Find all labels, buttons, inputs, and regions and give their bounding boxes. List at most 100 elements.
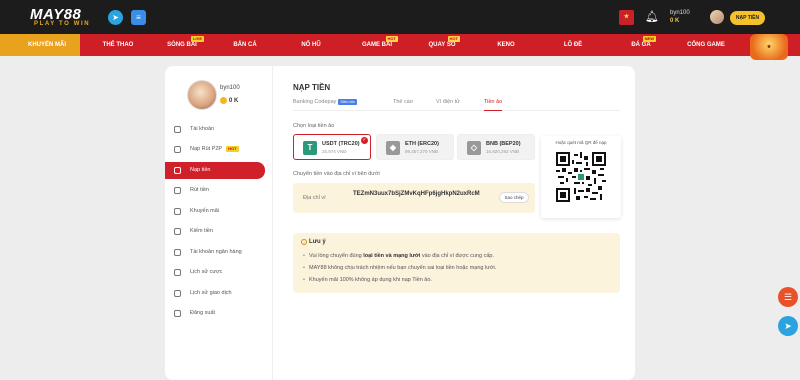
nav-item-label: LÔ ĐỀ xyxy=(563,42,583,48)
deposit-icon xyxy=(174,167,181,174)
nav-item-label: BẮN CÁ xyxy=(233,42,257,48)
tab-e-wallet[interactable]: Ví điện tử xyxy=(436,99,460,111)
token-rate: 99,357,270 VNĐ xyxy=(405,149,439,154)
fast-badge: Siêu tốc xyxy=(338,99,357,105)
note-emphasis: loại tiền và mạng lưới xyxy=(363,253,421,259)
logout-icon xyxy=(174,310,181,317)
telegram-float-button[interactable]: ➤ xyxy=(778,316,798,336)
event-banner-icon[interactable]: ★ xyxy=(750,34,788,60)
hot-badge: HOT xyxy=(447,36,460,42)
sidebar-item-deposit[interactable]: Nạp tiền xyxy=(165,162,265,179)
tab-scratch-card[interactable]: Thẻ cào xyxy=(393,99,413,111)
chat-icon[interactable]: ≡ xyxy=(131,10,146,25)
nav-item-lode[interactable]: LÔ ĐỀ xyxy=(560,34,586,56)
nav-item-label: GAME BÀI xyxy=(362,42,392,48)
tab-label: Thẻ cào xyxy=(393,99,413,105)
nav-item-cockfight[interactable]: ĐÁ GÀ NEW xyxy=(626,34,656,56)
sidebar-item-withdraw[interactable]: Rút tiền xyxy=(165,182,265,199)
token-usdt-trc20[interactable]: T USDT (TRC20) 25,974 VNĐ ✓ xyxy=(293,134,371,160)
avatar[interactable] xyxy=(710,10,724,24)
hot-badge: HOT xyxy=(226,146,239,152)
sidebar-item-account[interactable]: Tài khoản xyxy=(165,121,265,138)
transfer-instruction: Chuyển tiền vào địa chỉ ví bên dưới xyxy=(293,171,380,177)
nav-item-game-portal[interactable]: CỔNG GAME xyxy=(684,34,728,56)
telegram-icon[interactable]: ➤ xyxy=(108,10,123,25)
page-title: NẠP TIỀN xyxy=(293,83,331,92)
token-rate: 16,920,292 VNĐ xyxy=(486,149,520,154)
nav-item-label: CỔNG GAME xyxy=(687,42,725,48)
tab-label: Ví điện tử xyxy=(436,99,460,105)
live-chat-button[interactable]: ☰ xyxy=(778,287,798,307)
sidebar-item-earn[interactable]: Kiếm tiền xyxy=(165,223,265,240)
profile-balance: 0 K xyxy=(220,97,238,104)
choose-token-label: Chọn loại tiền ảo xyxy=(293,123,335,129)
wallet-address-box: Địa chỉ ví TEZmN3uux7bSjZMvKqHFp6jgHkpN2… xyxy=(293,183,535,213)
sidebar-item-label: Kiếm tiền xyxy=(190,228,213,234)
sidebar-item-p2p[interactable]: Nạp Rút P2P HOT xyxy=(165,141,265,158)
sidebar-item-label: Nạp Rút P2P xyxy=(190,146,223,152)
note-line-1: Vui lòng chuyển đúng loại tiền và mạng l… xyxy=(303,253,494,259)
coin-icon xyxy=(220,97,227,104)
wallet-address-label: Địa chỉ ví xyxy=(303,195,326,201)
sidebar-item-label: Tài khoản ngân hàng xyxy=(190,249,242,255)
tab-crypto[interactable]: Tiền ảo xyxy=(484,99,503,111)
profile-username: byn100 xyxy=(220,85,240,91)
profile-balance-value: 0 K xyxy=(229,98,239,105)
nav-item-label: KENO xyxy=(497,42,515,48)
wallet-address-value[interactable]: TEZmN3uux7bSjZMvKqHFp6jgHkpN2uxRcM xyxy=(353,190,493,199)
logo-tagline: PLAY TO WIN xyxy=(34,21,91,27)
tab-label: Tiền ảo xyxy=(484,99,503,105)
token-rate: 25,974 VNĐ xyxy=(322,149,347,154)
token-eth-erc20[interactable]: ◆ ETH (ERC20) 99,357,270 VNĐ xyxy=(376,134,454,160)
bank-icon xyxy=(174,249,181,256)
nav-item-card-games[interactable]: GAME BÀI HOT xyxy=(356,34,398,56)
nav-item-fishing[interactable]: BẮN CÁ xyxy=(227,34,263,56)
sidebar-item-bet-history[interactable]: Lịch sử cược xyxy=(165,264,265,281)
top-header: MAY88 PLAY TO WIN ➤ ≡ ★ 🔔︎ byn100 0 K NẠ… xyxy=(0,0,800,34)
nav-item-label: NỔ HŨ xyxy=(301,42,321,48)
token-bnb-bep20[interactable]: ◇ BNB (BEP20) 16,920,292 VNĐ xyxy=(457,134,535,160)
deposit-tabs: Banking Codepay Siêu tốc Thẻ cào Ví điện … xyxy=(293,99,620,111)
qr-panel: Hoặc quét mã QR để nạp xyxy=(541,136,621,218)
hot-badge: HOT xyxy=(385,36,398,42)
withdraw-icon xyxy=(174,187,181,194)
tab-label: Banking Codepay xyxy=(293,99,337,105)
nav-item-sports[interactable]: THỂ THAO xyxy=(98,34,138,56)
sidebar-item-transaction-history[interactable]: Lịch sử giao dịch xyxy=(165,285,265,302)
nav-item-label: SÒNG BÀI xyxy=(167,42,197,48)
user-icon xyxy=(174,126,181,133)
sidebar-item-logout[interactable]: Đăng xuất xyxy=(165,305,265,322)
sidebar-item-label: Khuyến mãi xyxy=(190,208,220,214)
nav-item-lottery[interactable]: QUAY SỐ HOT xyxy=(424,34,460,56)
note-line-2: MAY88 không chịu trách nhiệm nếu bạn chu… xyxy=(303,265,496,271)
account-sidebar: byn100 0 K Tài khoản Nạp Rút P2P HOT Nạp … xyxy=(165,66,273,380)
transaction-icon xyxy=(174,290,181,297)
nav-item-promotion[interactable]: KHUYẾN MÃI xyxy=(0,34,80,56)
token-name: ETH (ERC20) xyxy=(405,141,439,147)
account-card: byn100 0 K Tài khoản Nạp Rút P2P HOT Nạp … xyxy=(165,66,635,380)
copy-button[interactable]: Sao chép xyxy=(499,192,529,203)
p2p-icon xyxy=(174,146,181,153)
sidebar-item-bank-account[interactable]: Tài khoản ngân hàng xyxy=(165,244,265,261)
tether-icon: T xyxy=(303,141,317,155)
nav-item-label: KHUYẾN MÃI xyxy=(27,42,66,48)
nav-item-keno[interactable]: KENO xyxy=(493,34,519,56)
nav-item-casino[interactable]: SÒNG BÀI LIVE xyxy=(160,34,204,56)
sidebar-item-label: Lịch sử cược xyxy=(190,269,223,275)
header-user-info[interactable]: byn100 0 K xyxy=(670,9,690,25)
sidebar-item-label: Tài khoản xyxy=(190,126,215,132)
deposit-button[interactable]: NẠP TIỀN xyxy=(730,11,765,25)
gift-icon[interactable]: ★ xyxy=(619,10,634,25)
token-name: BNB (BEP20) xyxy=(486,141,521,147)
nav-item-slots[interactable]: NỔ HŨ xyxy=(293,34,329,56)
live-badge: LIVE xyxy=(191,36,204,42)
profile-avatar xyxy=(187,80,217,110)
tab-banking-codepay[interactable]: Banking Codepay Siêu tốc xyxy=(293,99,357,111)
bell-icon[interactable]: 🔔︎ xyxy=(645,11,659,24)
ethereum-icon: ◆ xyxy=(386,141,400,155)
sidebar-item-label: Đăng xuất xyxy=(190,310,216,316)
sidebar-item-promotion[interactable]: Khuyến mãi xyxy=(165,203,265,220)
logo[interactable]: MAY88 PLAY TO WIN xyxy=(30,6,98,28)
gift-icon xyxy=(174,208,181,215)
note-text: vào địa chỉ ví được cung cấp. xyxy=(420,253,494,259)
